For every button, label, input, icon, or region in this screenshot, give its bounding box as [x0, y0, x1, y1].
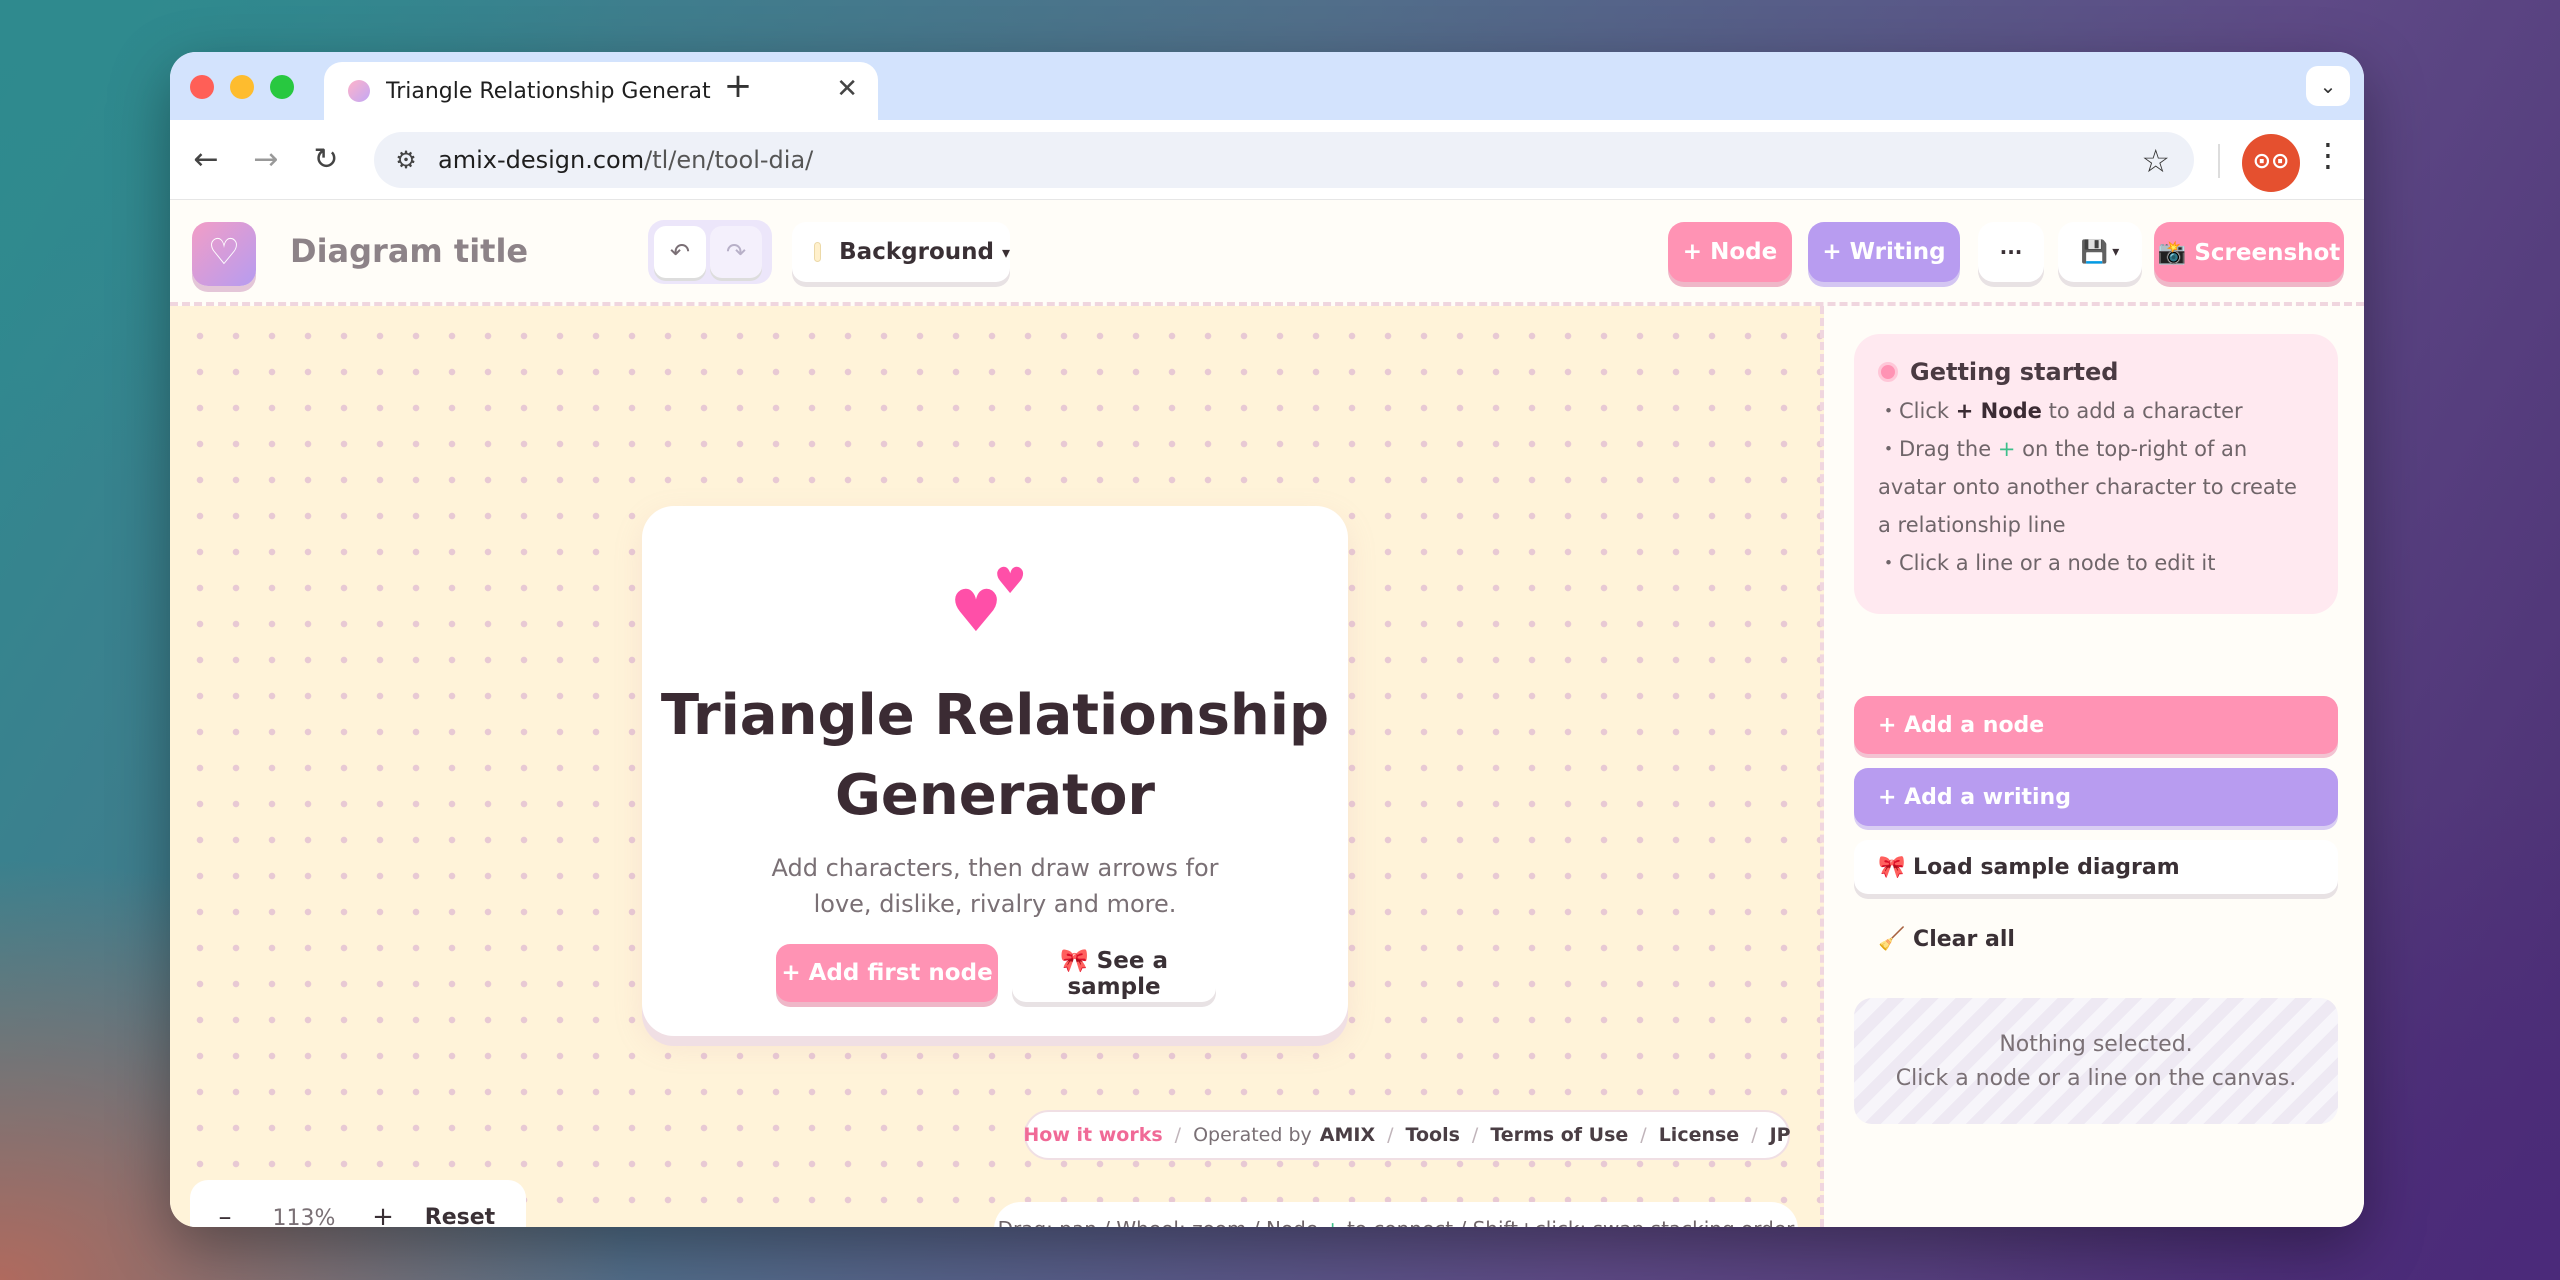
minimize-window-icon[interactable]	[230, 75, 254, 99]
amix-link[interactable]: AMIX	[1320, 1124, 1375, 1146]
help-step-1: ・Click + Node to add a character	[1878, 399, 2243, 423]
canvas-hint: Drag: pan / Wheel: zoom / Node + to conn…	[994, 1202, 1798, 1227]
help-step-3: ・Click a line or a node to edit it	[1878, 551, 2216, 575]
add-node-button[interactable]: + Node	[1668, 222, 1792, 282]
favicon-icon	[348, 80, 370, 102]
redo-icon[interactable]: ↷	[710, 226, 762, 278]
zoom-reset-button[interactable]: Reset	[422, 1191, 498, 1227]
browser-tab[interactable]: Triangle Relationship Generat ✕	[324, 62, 878, 120]
profile-avatar[interactable]: ⊙⊙	[2242, 134, 2300, 192]
welcome-card: ♥ ♥ Triangle Relationship Generator Add c…	[642, 506, 1348, 1036]
language-link[interactable]: JP	[1770, 1124, 1791, 1146]
undo-icon[interactable]: ↶	[654, 226, 706, 278]
chevron-down-icon: ▾	[1001, 242, 1010, 262]
load-sample-button[interactable]: 🎀 Load sample diagram	[1854, 840, 2338, 894]
clear-all-button[interactable]: 🧹 Clear all	[1854, 916, 2338, 962]
terms-link[interactable]: Terms of Use	[1490, 1124, 1628, 1146]
zoom-level: 113%	[272, 1205, 336, 1228]
app-logo-icon[interactable]: ♡	[192, 222, 256, 286]
add-writing-side-button[interactable]: + Add a writing	[1854, 768, 2338, 826]
close-tab-icon[interactable]: ✕	[836, 74, 858, 104]
zoom-out-button[interactable]: –	[198, 1191, 252, 1227]
see-sample-button[interactable]: 🎀 See a sample	[1012, 944, 1216, 1002]
two-hearts-icon: ♥ ♥	[950, 561, 1027, 645]
license-link[interactable]: License	[1659, 1124, 1740, 1146]
operated-by-label: Operated by	[1193, 1124, 1312, 1146]
back-icon[interactable]: ←	[184, 138, 228, 182]
add-writing-button[interactable]: + Writing	[1808, 222, 1960, 282]
save-menu-button[interactable]: 💾 ▾	[2058, 222, 2142, 282]
address-bar[interactable]: ⚙ amix-design.com/tl/en/tool-dia/ ☆	[374, 132, 2194, 188]
plus-icon: +	[1324, 1217, 1341, 1227]
tab-strip: Triangle Relationship Generat ✕ + ⌄	[170, 52, 2364, 120]
getting-started-heading: Getting started	[1910, 358, 2119, 386]
background-button[interactable]: Background ▾	[792, 222, 1010, 282]
add-node-side-button[interactable]: + Add a node	[1854, 696, 2338, 754]
browser-window: Triangle Relationship Generat ✕ + ⌄ ← → …	[170, 52, 2364, 1227]
more-options-button[interactable]: ···	[1978, 222, 2044, 282]
forward-icon[interactable]: →	[244, 138, 288, 182]
toolbar-divider	[2218, 144, 2220, 178]
screenshot-button[interactable]: 📸 Screenshot	[2154, 222, 2344, 282]
zoom-in-button[interactable]: +	[356, 1191, 410, 1227]
how-it-works-link[interactable]: How it works	[1023, 1124, 1162, 1146]
add-first-node-button[interactable]: + Add first node	[776, 944, 998, 1002]
bookmark-star-icon[interactable]: ☆	[2141, 142, 2170, 180]
bullet-dot-icon	[1878, 362, 1898, 382]
diagram-title[interactable]: Diagram title	[290, 232, 528, 270]
welcome-subtitle: Add characters, then draw arrows for lov…	[771, 854, 1219, 918]
maximize-window-icon[interactable]	[270, 75, 294, 99]
background-swatch	[814, 242, 822, 262]
save-icon: 💾	[2080, 239, 2109, 265]
close-window-icon[interactable]	[190, 75, 214, 99]
selection-empty-state: Nothing selected. Click a node or a line…	[1854, 998, 2338, 1124]
undo-redo-group: ↶ ↷	[648, 220, 772, 284]
tools-link[interactable]: Tools	[1406, 1124, 1460, 1146]
app-header: ♡ Diagram title ↶ ↷ Background ▾ + Node +…	[170, 200, 2364, 306]
url-text: amix-design.com/tl/en/tool-dia/	[438, 146, 814, 174]
new-tab-button[interactable]: +	[716, 66, 760, 110]
browser-toolbar: ← → ↻ ⚙ amix-design.com/tl/en/tool-dia/ …	[170, 120, 2364, 200]
diagram-canvas[interactable]: ♥ ♥ Triangle Relationship Generator Add c…	[170, 306, 1824, 1227]
welcome-title: Triangle Relationship Generator	[660, 683, 1330, 828]
reload-icon[interactable]: ↻	[304, 138, 348, 182]
browser-menu-icon[interactable]: ⋮	[2312, 136, 2344, 174]
side-panel: Getting started ・Click + Node to add a c…	[1828, 306, 2364, 1227]
getting-started-box: Getting started ・Click + Node to add a c…	[1854, 334, 2338, 614]
chevron-down-icon: ▾	[2112, 244, 2120, 260]
help-step-2: ・Drag the + on the top-right of an avata…	[1878, 437, 2297, 537]
zoom-controls: – 113% + Reset	[190, 1180, 526, 1227]
site-settings-icon[interactable]: ⚙	[386, 146, 426, 174]
footer-links: How it works / Operated by AMIX / Tools …	[1023, 1110, 1791, 1160]
tab-search-icon[interactable]: ⌄	[2306, 66, 2350, 106]
